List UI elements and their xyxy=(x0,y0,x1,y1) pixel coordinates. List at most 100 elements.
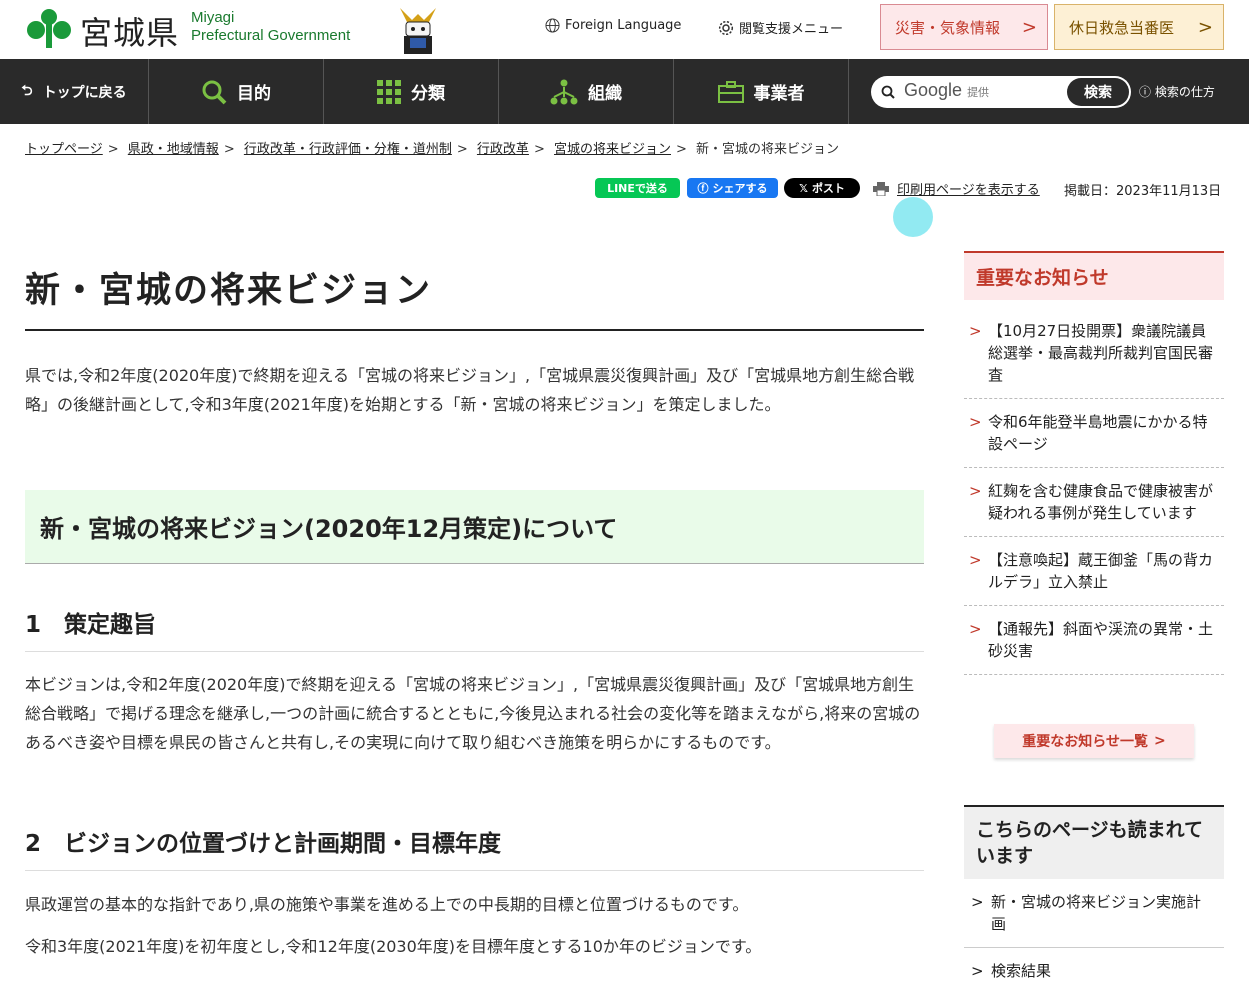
return-arrow-icon: ⮌ xyxy=(21,82,33,99)
breadcrumb-separator: > xyxy=(533,142,545,157)
published-date: 掲載日：2023年11月13日 xyxy=(1064,184,1222,199)
search-input[interactable]: Google 提供 xyxy=(904,80,989,101)
breadcrumb-separator: > xyxy=(107,142,119,157)
breadcrumb-link[interactable]: 県政・地域情報 xyxy=(128,142,219,157)
nav-organization[interactable]: 組織 xyxy=(499,59,674,124)
also-read-item-label: 新・宮城の将来ビジョン実施計画 xyxy=(991,893,1202,933)
section-2-body-2: 令和3年度(2021年度)を初年度とし,令和12年度(2030年度)を目標年度と… xyxy=(25,937,762,956)
nav-business[interactable]: 事業者 xyxy=(674,59,849,124)
also-read-box: こちらのページも読まれています > 新・宮城の将来ビジョン実施計画 > 検索結果 xyxy=(964,805,1224,994)
prefecture-emblem-icon[interactable] xyxy=(22,6,76,50)
title-divider xyxy=(25,329,924,331)
nav-back-top[interactable]: ⮌ トップに戻る xyxy=(0,59,149,124)
nav-category-label: 分類 xyxy=(411,84,445,104)
logo-english-line1: Miyagi xyxy=(191,9,235,26)
section-1-title: 1 策定趣旨 xyxy=(25,605,924,652)
breadcrumb: トップページ > 県政・地域情報 > 行政改革・行政評価・分権・道州制 > 行政改革 >… xyxy=(25,138,839,157)
notice-item-label: 【通報先】斜面や渓流の異常・土砂災害 xyxy=(988,620,1214,660)
x-post-label: ポスト xyxy=(811,182,845,195)
facebook-share-label: シェアする xyxy=(712,182,768,195)
holiday-emergency-label: 休日救急当番医 xyxy=(1069,18,1175,37)
nav-category[interactable]: 分類 xyxy=(324,59,499,124)
site-header: 宮城県 Miyagi Prefectural Government Foreig… xyxy=(0,0,1249,58)
x-post-button[interactable]: 𝕏 ポスト xyxy=(784,178,860,198)
chevron-right-icon: > xyxy=(969,322,982,340)
holiday-emergency-button[interactable]: 休日救急当番医 > xyxy=(1054,4,1224,50)
search-button[interactable]: 検索 xyxy=(1067,78,1129,106)
facebook-icon: ⓕ xyxy=(697,182,709,195)
search-help-label: 検索の仕方 xyxy=(1154,85,1215,99)
grid-icon xyxy=(377,79,401,104)
notice-item-label: 紅麹を含む健康食品で健康被害が疑われる事例が発生しています xyxy=(988,482,1214,522)
notice-item[interactable]: > 紅麹を含む健康食品で健康被害が疑われる事例が発生しています xyxy=(964,468,1224,537)
notice-item[interactable]: > 【10月27日投開票】衆議院議員総選挙・最高裁判所裁判官国民審査 xyxy=(964,308,1224,399)
line-share-label: LINEで送る xyxy=(607,182,668,195)
chevron-right-icon: > xyxy=(1197,17,1213,38)
logo-japanese[interactable]: 宮城県 xyxy=(80,8,179,54)
globe-icon xyxy=(545,18,560,33)
notice-item-label: 令和6年能登半島地震にかかる特設ページ xyxy=(988,413,1208,453)
nav-back-top-label: トップに戻る xyxy=(42,84,127,101)
page-title: 新・宮城の将来ビジョン xyxy=(25,271,433,311)
site-search: Google 提供 検索 xyxy=(871,76,1131,108)
disaster-info-button[interactable]: 災害・気象情報 > xyxy=(880,4,1048,50)
chevron-right-icon: > xyxy=(971,962,984,980)
notices-list-label: 重要なお知らせ一覧 xyxy=(1022,734,1148,750)
chevron-right-icon: > xyxy=(971,893,984,911)
notice-item-label: 【10月27日投開票】衆議院議員総選挙・最高裁判所裁判官国民審査 xyxy=(988,322,1214,384)
breadcrumb-link[interactable]: 行政改革・行政評価・分権・道州制 xyxy=(244,142,452,157)
intro-paragraph: 県では,令和2年度(2020年度)で終期を迎える「宮城の将来ビジョン」,「宮城県… xyxy=(25,366,915,414)
briefcase-icon xyxy=(717,80,744,103)
org-chart-icon xyxy=(550,79,578,104)
breadcrumb-separator: > xyxy=(223,142,235,157)
chevron-right-icon: > xyxy=(969,482,982,500)
logo-english[interactable]: Miyagi Prefectural Government xyxy=(191,9,350,45)
search-icon xyxy=(881,85,895,99)
logo-english-line2: Prefectural Government xyxy=(191,27,351,44)
search-provided-label: 提供 xyxy=(967,87,990,99)
section-2-body-1: 県政運営の基本的な指針であり,県の施策や事業を進める上での中長期的目標と位置づけ… xyxy=(25,895,749,914)
facebook-share-button[interactable]: ⓕ シェアする xyxy=(687,178,778,198)
notices-list-button[interactable]: 重要なお知らせ一覧 > xyxy=(994,724,1194,758)
section-1-body: 本ビジョンは,令和2年度(2020年度)で終期を迎える「宮城の将来ビジョン」,「… xyxy=(25,675,921,752)
accessibility-menu-label: 閲覧支援メニュー xyxy=(739,22,844,37)
also-read-title: こちらのページも読まれています xyxy=(964,805,1224,879)
print-page-link[interactable]: 印刷用ページを表示する xyxy=(873,179,1040,198)
chevron-right-icon: > xyxy=(1021,17,1037,38)
chevron-right-icon: > xyxy=(969,620,982,638)
important-notices: 重要なお知らせ > 【10月27日投開票】衆議院議員総選挙・最高裁判所裁判官国民… xyxy=(964,251,1224,675)
notice-item[interactable]: > 令和6年能登半島地震にかかる特設ページ xyxy=(964,399,1224,468)
breadcrumb-separator: > xyxy=(456,142,468,157)
nav-business-label: 事業者 xyxy=(753,84,805,104)
nav-purpose[interactable]: 目的 xyxy=(149,59,324,124)
also-read-item[interactable]: > 新・宮城の将来ビジョン実施計画 xyxy=(964,879,1224,948)
also-read-item[interactable]: > 検索結果 xyxy=(964,948,1224,994)
search-help-link[interactable]: ⓘ 検索の仕方 xyxy=(1139,83,1215,100)
global-nav: ⮌ トップに戻る 目的 分類 組織 事業者 Google 提供 検索 ⓘ 検索の… xyxy=(0,59,1249,124)
notice-item-label: 【注意喚起】蔵王御釜「馬の背カルデラ」立入禁止 xyxy=(988,551,1214,591)
mascot-musubimaru-icon xyxy=(400,8,436,54)
nav-organization-label: 組織 xyxy=(588,84,622,104)
help-circle-icon: ⓘ xyxy=(1139,85,1152,99)
nav-purpose-label: 目的 xyxy=(237,84,271,104)
chevron-right-icon: > xyxy=(969,551,982,569)
foreign-language-label: Foreign Language xyxy=(565,18,682,33)
notice-item[interactable]: > 【通報先】斜面や渓流の異常・土砂災害 xyxy=(964,606,1224,675)
section-2-title: 2 ビジョンの位置づけと計画期間・目標年度 xyxy=(25,824,924,871)
foreign-language-link[interactable]: Foreign Language xyxy=(545,18,681,33)
gear-icon xyxy=(718,20,734,35)
print-page-label: 印刷用ページを表示する xyxy=(897,183,1040,198)
chevron-right-icon: > xyxy=(1154,733,1166,749)
notice-item[interactable]: > 【注意喚起】蔵王御釜「馬の背カルデラ」立入禁止 xyxy=(964,537,1224,606)
important-notices-title: 重要なお知らせ xyxy=(964,251,1224,300)
accessibility-menu-link[interactable]: 閲覧支援メニュー xyxy=(718,18,843,37)
printer-icon xyxy=(873,181,889,196)
line-share-button[interactable]: LINEで送る xyxy=(595,178,680,198)
cursor-indicator xyxy=(893,197,933,237)
breadcrumb-link[interactable]: 行政改革 xyxy=(477,142,529,157)
breadcrumb-link[interactable]: トップページ xyxy=(25,142,103,157)
section-heading: 新・宮城の将来ビジョン(2020年12月策定)について xyxy=(25,490,924,564)
breadcrumb-link[interactable]: 宮城の将来ビジョン xyxy=(554,142,671,157)
also-read-item-label: 検索結果 xyxy=(991,962,1052,980)
x-logo-icon: 𝕏 xyxy=(799,181,808,195)
